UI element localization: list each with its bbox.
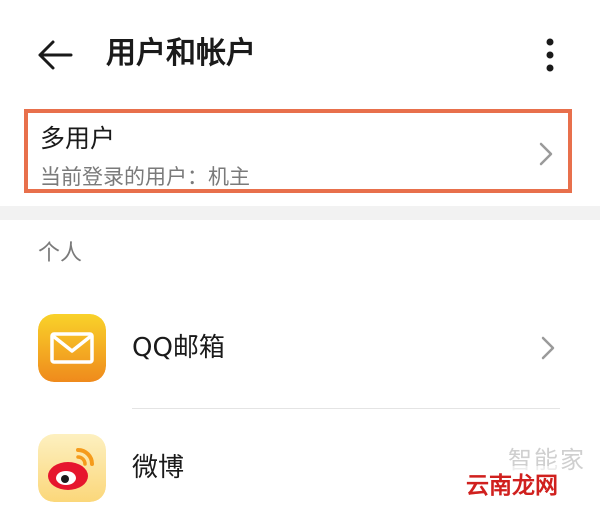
chevron-right-icon (539, 142, 553, 166)
account-item-qq-mail[interactable]: QQ邮箱 (0, 298, 600, 398)
chevron-right-icon (541, 336, 555, 360)
watermark: 智能家 云南龙网 (462, 440, 592, 504)
account-label: 微博 (132, 453, 185, 483)
more-vertical-icon (546, 38, 554, 72)
account-label: QQ邮箱 (132, 333, 225, 363)
section-header-personal: 个人 (38, 241, 83, 266)
weibo-icon (38, 434, 106, 502)
list-divider (132, 408, 560, 409)
app-bar: 用户和帐户 (0, 0, 600, 105)
more-options-button[interactable] (530, 30, 570, 80)
multi-user-row[interactable]: 多用户 当前登录的用户：机主 (24, 109, 572, 193)
watermark-text-bottom: 云南龙网 (466, 466, 558, 500)
page-title: 用户和帐户 (106, 36, 256, 71)
qq-mail-icon (38, 314, 106, 382)
multi-user-title: 多用户 (40, 124, 116, 153)
arrow-left-icon (38, 40, 73, 70)
current-user-subtitle: 当前登录的用户：机主 (40, 165, 250, 189)
back-button[interactable] (30, 30, 80, 80)
section-divider (0, 206, 600, 220)
settings-page: 用户和帐户 多用户 当前登录的用户：机主 个人 QQ邮箱 微博 智能家 云南龙网 (0, 0, 600, 507)
